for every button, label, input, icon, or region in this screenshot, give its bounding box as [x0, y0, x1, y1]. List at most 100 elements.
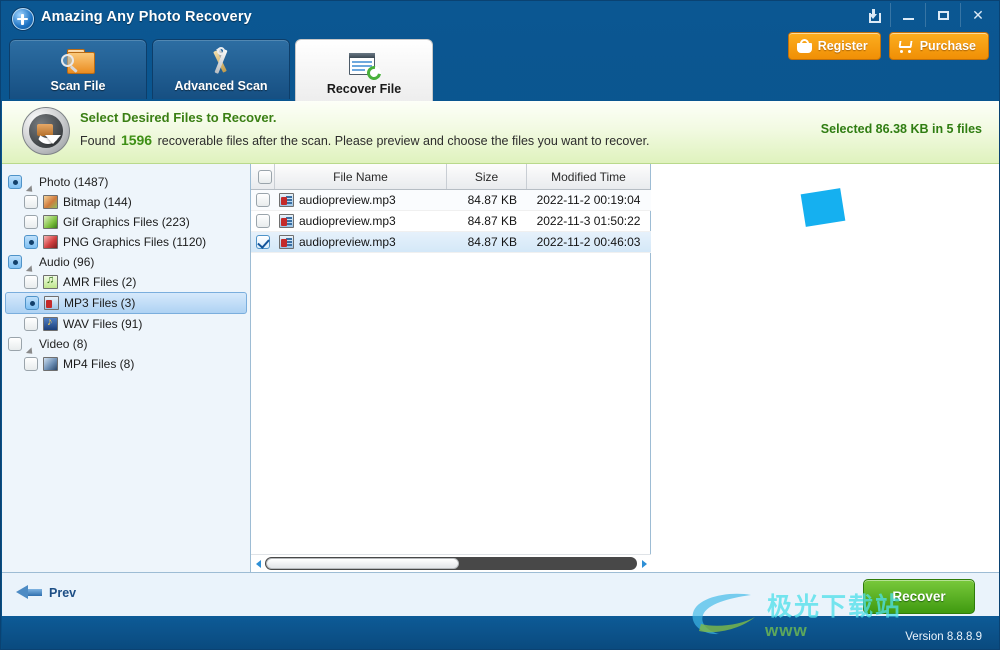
- file-name-label: audiopreview.mp3: [299, 235, 396, 249]
- row-checkbox[interactable]: [256, 235, 270, 249]
- scroll-left-button[interactable]: [251, 556, 265, 571]
- tree-item-label: AMR Files (2): [63, 275, 136, 289]
- tree-item-checkbox[interactable]: [24, 235, 38, 249]
- row-checkbox-cell[interactable]: [251, 235, 275, 249]
- mp3-file-icon: [279, 235, 294, 249]
- tools-icon: [206, 48, 236, 76]
- tree-item-checkbox[interactable]: [24, 317, 38, 331]
- file-list-rows: audiopreview.mp384.87 KB2022-11-2 00:19:…: [251, 190, 651, 546]
- tree-item-checkbox[interactable]: [24, 195, 38, 209]
- status-bar: Version 8.8.8.9: [2, 616, 1000, 650]
- file-name-label: audiopreview.mp3: [299, 193, 396, 207]
- tree-item-checkbox[interactable]: [24, 215, 38, 229]
- file-name-cell: audiopreview.mp3: [275, 214, 447, 228]
- tree-item-checkbox[interactable]: [25, 296, 39, 310]
- prev-button[interactable]: Prev: [16, 585, 76, 600]
- file-name-cell: audiopreview.mp3: [275, 235, 447, 249]
- mp3-file-icon: [279, 193, 294, 207]
- tree-item-checkbox[interactable]: [8, 175, 22, 189]
- row-checkbox-cell[interactable]: [251, 193, 275, 207]
- table-row[interactable]: audiopreview.mp3 84.87 KB2022-11-2 00:19:…: [251, 190, 651, 211]
- row-checkbox-cell[interactable]: [251, 214, 275, 228]
- tree-item[interactable]: PNG Graphics Files (1120): [2, 232, 250, 252]
- banner-title: Select Desired Files to Recover.: [80, 110, 277, 125]
- purchase-button-label: Purchase: [920, 39, 976, 53]
- footer-bar: Prev Recover: [2, 572, 1000, 617]
- column-header-file-name[interactable]: File Name: [275, 164, 447, 189]
- tab-scan-file[interactable]: Scan File: [9, 39, 147, 99]
- purchase-button[interactable]: Purchase: [889, 32, 989, 60]
- file-name-label: audiopreview.mp3: [299, 214, 396, 228]
- header-action-buttons: Register Purchase: [788, 32, 989, 60]
- register-button[interactable]: Register: [788, 32, 881, 60]
- tree-item-label: MP3 Files (3): [64, 296, 135, 310]
- tab-advanced-scan[interactable]: Advanced Scan: [152, 39, 290, 99]
- mp3-file-icon: [279, 214, 294, 228]
- basket-icon: [797, 39, 812, 53]
- table-row[interactable]: audiopreview.mp3 84.87 KB2022-11-2 00:46:…: [251, 232, 651, 253]
- folder-search-icon: [61, 48, 95, 76]
- row-checkbox[interactable]: [256, 193, 270, 207]
- tab-recover-file[interactable]: Recover File: [295, 39, 433, 102]
- tree-item[interactable]: Video (8): [2, 334, 250, 354]
- tree-item-label: Video (8): [39, 337, 87, 351]
- select-all-header[interactable]: [251, 164, 275, 189]
- mp4-file-icon: [43, 357, 58, 371]
- maximize-icon: [938, 11, 949, 20]
- recovery-circle-icon: [22, 107, 70, 155]
- minimize-button[interactable]: [890, 3, 925, 27]
- row-checkbox[interactable]: [256, 214, 270, 228]
- horizontal-scrollbar[interactable]: [251, 554, 651, 572]
- app-title: Amazing Any Photo Recovery: [41, 9, 252, 25]
- scrollbar-track[interactable]: [265, 557, 637, 570]
- minimize-icon: [903, 18, 914, 20]
- download-icon: [868, 9, 879, 21]
- tree-item-checkbox[interactable]: [8, 337, 22, 351]
- file-size-cell: 84.87 KB: [447, 235, 527, 249]
- tree-item-label: Gif Graphics Files (223): [63, 215, 190, 229]
- download-button[interactable]: [856, 3, 890, 27]
- tree-item-checkbox[interactable]: [24, 275, 38, 289]
- column-header-size[interactable]: Size: [447, 164, 527, 189]
- plus-circle-icon: [12, 8, 34, 30]
- file-modified-cell: 2022-11-2 00:19:04: [527, 193, 650, 207]
- close-icon: ✕: [972, 8, 984, 22]
- tree-item-label: WAV Files (91): [63, 317, 142, 331]
- tree-item-label: PNG Graphics Files (1120): [63, 235, 206, 249]
- preview-pane: [651, 164, 1000, 572]
- file-modified-cell: 2022-11-2 00:46:03: [527, 235, 650, 249]
- category-tree[interactable]: Photo (1487)Bitmap (144) Gif Graphics Fil…: [2, 164, 251, 572]
- selected-summary: Selected 86.38 KB in 5 files: [821, 122, 982, 136]
- file-size-cell: 84.87 KB: [447, 193, 527, 207]
- tree-item[interactable]: Audio (96): [2, 252, 250, 272]
- tree-item[interactable]: WAV Files (91): [2, 314, 250, 334]
- tree-item[interactable]: MP4 Files (8): [2, 354, 250, 374]
- application-window: Amazing Any Photo Recovery ✕ Register Pu…: [0, 0, 1000, 650]
- tree-item-label: MP4 Files (8): [63, 357, 134, 371]
- tree-item[interactable]: Photo (1487): [2, 172, 250, 192]
- tree-item-checkbox[interactable]: [8, 255, 22, 269]
- table-row[interactable]: audiopreview.mp384.87 KB2022-11-3 01:50:…: [251, 211, 651, 232]
- scrollbar-thumb[interactable]: [266, 558, 459, 569]
- tree-item[interactable]: MP3 Files (3): [5, 292, 247, 314]
- document-refresh-icon: [349, 51, 379, 79]
- select-all-checkbox[interactable]: [258, 170, 272, 184]
- banner-subtitle-rest: recoverable files after the scan. Please…: [158, 134, 650, 148]
- banner-found-count: 1596: [119, 132, 154, 148]
- maximize-button[interactable]: [925, 3, 960, 27]
- close-button[interactable]: ✕: [960, 3, 995, 27]
- scroll-right-button[interactable]: [637, 556, 651, 571]
- cart-icon: [898, 39, 914, 53]
- register-button-label: Register: [818, 39, 868, 53]
- banner-subtitle: Found 1596 recoverable files after the s…: [80, 132, 650, 148]
- tree-item-checkbox[interactable]: [24, 357, 38, 371]
- bitmap-file-icon: [43, 195, 58, 209]
- tab-bar: Scan File Advanced Scan Recover File: [9, 39, 433, 102]
- tree-item[interactable]: Gif Graphics Files (223): [2, 212, 250, 232]
- file-size-cell: 84.87 KB: [447, 214, 527, 228]
- tree-item[interactable]: AMR Files (2): [2, 272, 250, 292]
- triangle-right-icon: [642, 560, 647, 568]
- tree-item[interactable]: Bitmap (144): [2, 192, 250, 212]
- column-header-modified-time[interactable]: Modified Time: [527, 164, 650, 189]
- recover-button[interactable]: Recover: [863, 579, 975, 614]
